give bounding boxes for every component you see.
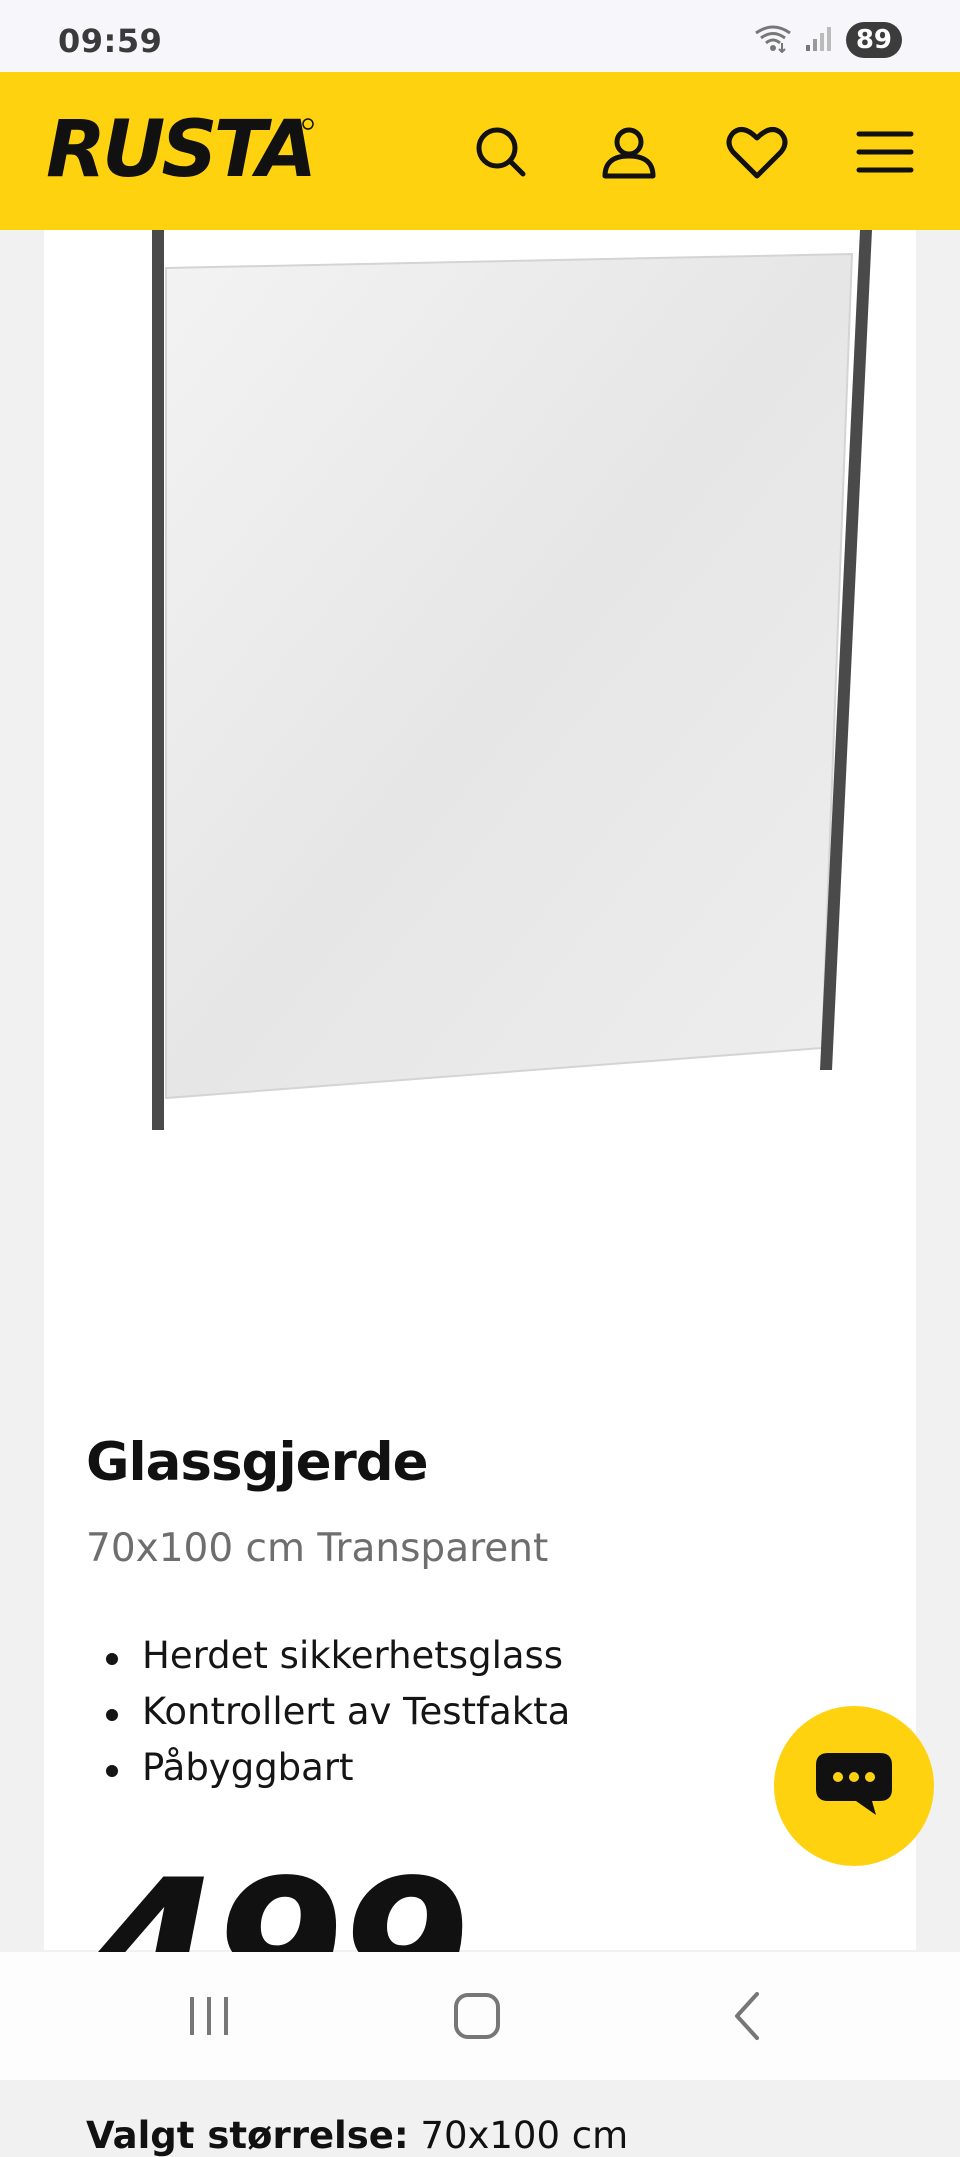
- status-bar: 09:59 89: [0, 0, 960, 72]
- product-card: Glassgjerde 70x100 cm Transparent Herdet…: [44, 230, 916, 2157]
- chat-icon: [812, 1749, 896, 1823]
- menu-icon[interactable]: [853, 120, 917, 184]
- rusta-logo[interactable]: RUSTA: [42, 105, 322, 195]
- heart-icon[interactable]: [725, 120, 789, 184]
- status-icons: 89: [754, 20, 902, 60]
- back-icon[interactable]: [707, 1986, 787, 2046]
- feature-list: Herdet sikkerhetsglass Kontrollert av Te…: [86, 1628, 570, 1796]
- selected-size-value: 70x100 cm: [420, 2114, 629, 2157]
- recent-apps-icon[interactable]: [169, 1986, 249, 2046]
- selected-size: Valgt størrelse: 70x100 cm: [86, 2114, 628, 2157]
- status-time: 09:59: [58, 22, 163, 60]
- battery-indicator: 89: [845, 22, 902, 58]
- wifi-icon: [754, 23, 792, 57]
- system-nav-bar: [0, 1952, 960, 2080]
- product-title: Glassgjerde: [86, 1432, 429, 1493]
- brand-text: RUSTA: [46, 110, 313, 190]
- feature-item: Kontrollert av Testfakta: [86, 1684, 570, 1740]
- chat-button[interactable]: [774, 1706, 934, 1866]
- account-icon[interactable]: [597, 120, 661, 184]
- search-icon[interactable]: [469, 120, 533, 184]
- site-header: RUSTA: [0, 72, 960, 230]
- feature-item: Herdet sikkerhetsglass: [86, 1628, 570, 1684]
- product-image[interactable]: [142, 230, 882, 1134]
- signal-icon: [804, 23, 834, 57]
- selected-size-label: Valgt størrelse:: [86, 2114, 409, 2157]
- product-subtitle: 70x100 cm Transparent: [86, 1526, 549, 1571]
- feature-item: Påbyggbart: [86, 1740, 570, 1796]
- home-icon[interactable]: [437, 1986, 517, 2046]
